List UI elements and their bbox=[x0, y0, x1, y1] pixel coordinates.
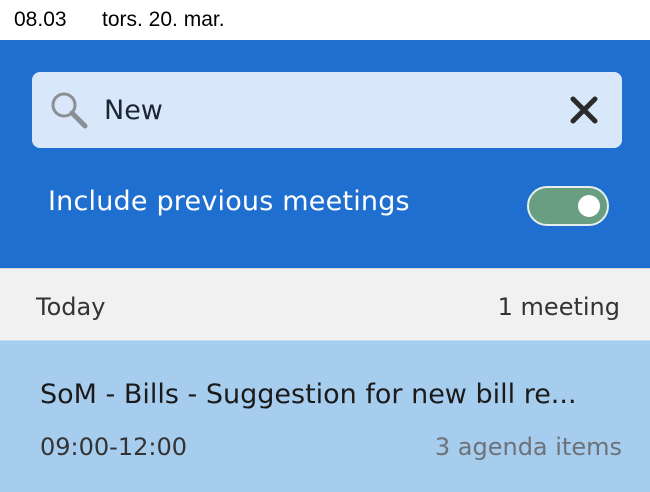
search-input[interactable] bbox=[104, 86, 524, 134]
search-icon bbox=[48, 89, 90, 131]
search-box[interactable] bbox=[32, 72, 622, 148]
search-header: Include previous meetings bbox=[0, 40, 650, 268]
include-previous-label: Include previous meetings bbox=[48, 186, 410, 217]
meeting-time: 09:00-12:00 bbox=[40, 433, 187, 461]
section-header-today: Today 1 meeting bbox=[0, 268, 650, 340]
clear-search-button[interactable] bbox=[560, 86, 608, 134]
toggle-knob bbox=[578, 195, 600, 217]
status-bar: 08.03 tors. 20. mar. bbox=[0, 0, 650, 40]
list-item[interactable]: SoM - Bills - Suggestion for new bill re… bbox=[0, 340, 650, 492]
status-date: tors. 20. mar. bbox=[102, 8, 225, 31]
status-time: 08.03 bbox=[14, 8, 67, 31]
meeting-agenda-count: 3 agenda items bbox=[434, 433, 622, 461]
section-title: Today bbox=[36, 293, 106, 321]
meeting-title: SoM - Bills - Suggestion for new bill re… bbox=[40, 379, 577, 410]
close-icon bbox=[570, 96, 598, 124]
include-previous-toggle[interactable] bbox=[527, 186, 609, 226]
section-count: 1 meeting bbox=[497, 293, 620, 321]
